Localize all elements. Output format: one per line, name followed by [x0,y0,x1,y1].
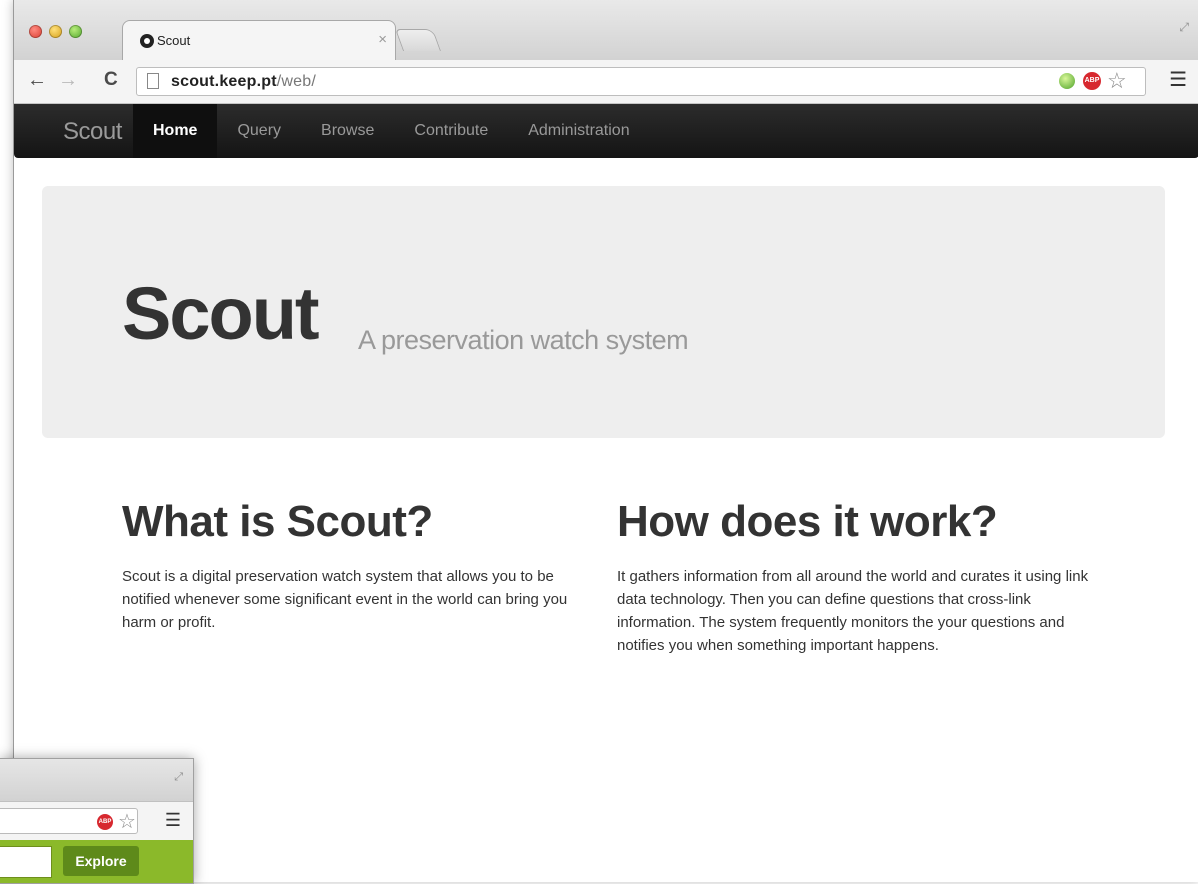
minimize-window-button[interactable] [49,25,62,38]
section-body: It gathers information from all around t… [617,568,1089,654]
tab-close-icon[interactable]: × [378,31,387,48]
explore-input[interactable] [0,846,52,878]
secondary-browser-window: ⤢ ABP ☆ ☰ Explore [0,758,194,884]
menu-icon[interactable]: ☰ [1169,70,1187,90]
section-heading: What is Scout? [122,497,433,546]
address-bar[interactable]: scout.keep.pt/web/ ABP ☆ [136,67,1146,96]
fullscreen-icon[interactable]: ⤢ [174,771,183,784]
url-host: scout.keep.pt [171,73,277,90]
menu-icon[interactable]: ☰ [165,811,181,829]
hero-title: Scout [122,272,320,355]
secondary-tab-strip: ⤢ [0,759,193,801]
explore-button[interactable]: Explore [63,846,139,876]
eye-favicon-icon [140,34,154,48]
secondary-address-bar[interactable]: ABP ☆ [0,808,138,834]
nav-query[interactable]: Query [217,104,301,158]
adblock-icon[interactable]: ABP [97,814,113,830]
explore-bar: Explore [0,840,193,883]
adblock-icon[interactable]: ABP [1083,72,1101,90]
tab-title: Scout [157,33,191,48]
browser-toolbar: ← → C scout.keep.pt/web/ ABP ☆ ☰ [14,60,1198,104]
nav-contribute[interactable]: Contribute [394,104,508,158]
close-window-button[interactable] [29,25,42,38]
tab-strip: Scout × ⤢ [14,0,1198,61]
new-tab-button[interactable] [394,29,442,51]
forward-arrow-icon[interactable]: → [58,70,78,90]
nav-links: Home Query Browse Contribute Administrat… [133,104,650,158]
nav-administration[interactable]: Administration [508,104,649,158]
page-icon [147,73,159,89]
back-arrow-icon[interactable]: ← [27,70,47,90]
window-controls [29,25,82,38]
navbar-brand[interactable]: Scout [63,118,122,146]
section-what-is-scout: What is Scout? Scout is a digital preser… [122,497,597,634]
secondary-toolbar: ABP ☆ ☰ [0,801,193,840]
green-extension-icon[interactable] [1059,73,1075,89]
browser-tab[interactable]: Scout × [122,20,396,61]
section-heading: How does it work? [617,497,998,546]
nav-home[interactable]: Home [133,104,218,158]
zoom-window-button[interactable] [69,25,82,38]
browser-window: Scout × ⤢ ← → C scout.keep.pt/web/ ABP ☆… [13,0,1198,882]
hero-unit: Scout A preservation watch system [42,186,1165,438]
hero-subtitle: A preservation watch system [358,325,689,355]
fullscreen-icon[interactable]: ⤢ [1179,20,1189,35]
reload-icon[interactable]: C [104,70,118,90]
nav-browse[interactable]: Browse [301,104,394,158]
site-navbar: Scout Home Query Browse Contribute Admin… [14,104,1198,158]
section-body: Scout is a digital preservation watch sy… [122,568,568,631]
url-text[interactable]: scout.keep.pt/web/ [171,73,316,91]
bookmark-star-icon[interactable]: ☆ [1107,68,1127,94]
section-how-does-it-work: How does it work? It gathers information… [617,497,1092,657]
url-path: /web/ [276,73,316,90]
bookmark-star-icon[interactable]: ☆ [118,809,136,834]
